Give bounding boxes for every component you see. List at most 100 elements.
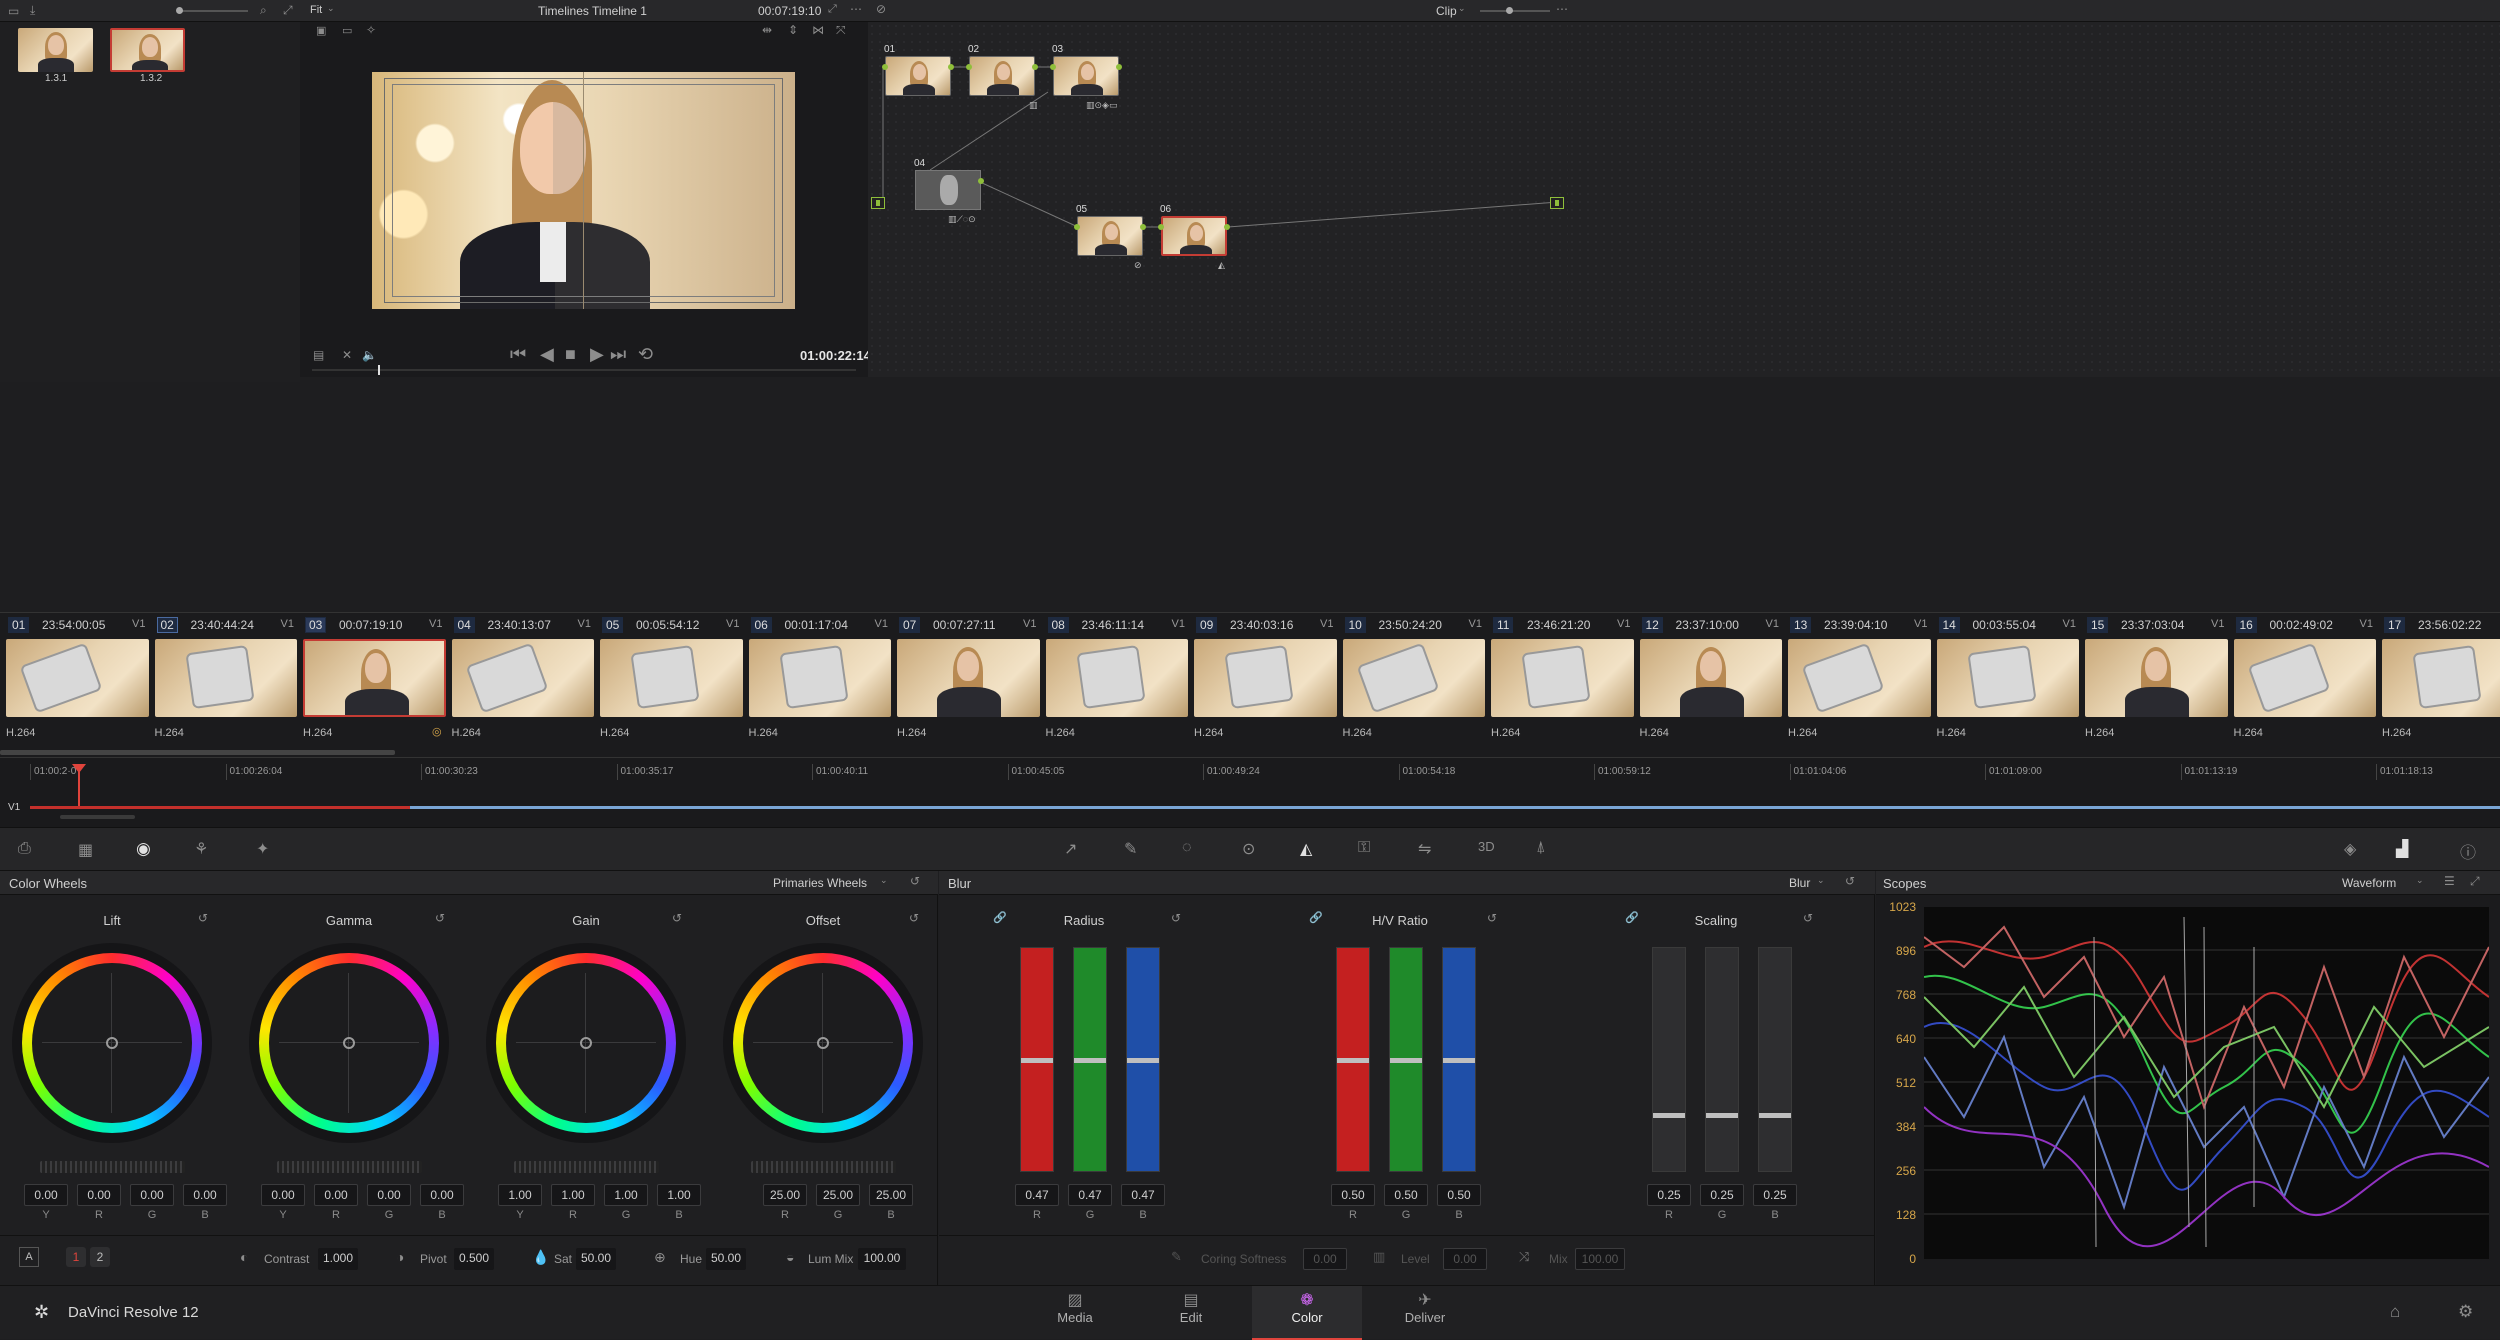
gain-value-field[interactable]: 1.00 [498,1184,542,1206]
reset-icon[interactable]: ↺ [435,911,445,925]
gallery-still[interactable] [18,28,93,72]
level-field[interactable]: 0.00 [1443,1248,1487,1270]
qualifier-icon[interactable]: ✎ [1124,839,1137,859]
expand-icon[interactable]: ⤢ [828,3,837,16]
link-icon[interactable]: 🔗 [993,911,1007,924]
source-input[interactable] [871,197,885,209]
color-match-icon[interactable]: ▦ [78,840,93,860]
node-mode-dropdown[interactable]: Clip [1436,4,1457,18]
reset-icon[interactable]: ↺ [1171,911,1181,925]
mini-timeline[interactable]: 01:00:2·0 01:00:26:04 01:00:30:23 01:00:35:… [0,757,2500,827]
reset-icon[interactable]: ↺ [1845,874,1855,888]
scaling-value-field[interactable]: 0.25 [1753,1184,1797,1206]
lift-value-field[interactable]: 0.00 [183,1184,227,1206]
scope-mode-dropdown[interactable]: Waveform [2342,876,2396,890]
gamma-value-field[interactable]: 0.00 [261,1184,305,1206]
volume-icon[interactable]: 🔈 [362,348,377,362]
scaling-slider[interactable] [1758,947,1792,1172]
wheel-puck[interactable] [106,1037,118,1049]
curves-icon[interactable]: ↗ [1064,839,1077,859]
loop-icon[interactable]: ⟲ [638,344,653,365]
slider-knob[interactable] [1074,1058,1106,1063]
info-icon[interactable]: ⓘ [2460,839,2476,863]
clip-strip-scroll[interactable] [0,750,395,755]
clip-thumbnail[interactable] [2382,639,2500,717]
home-icon[interactable]: ⌂ [2390,1302,2400,1322]
flip-vertical-icon[interactable]: ⇕ [788,23,798,37]
hv-ratio-value-field[interactable]: 0.50 [1331,1184,1375,1206]
viewer-timeline-title[interactable]: Timelines Timeline 1 [538,4,647,18]
offset-value-field[interactable]: 25.00 [869,1184,913,1206]
clip-thumbnail[interactable] [1936,639,2079,717]
clip-thumbnail[interactable] [303,639,446,717]
motion-effects-icon[interactable]: ✦ [256,839,269,859]
pivot-field[interactable]: 0.500 [454,1248,494,1270]
play-icon[interactable]: ▶ [590,344,604,365]
page-1-button[interactable]: 1 [66,1247,86,1267]
wheel-puck[interactable] [343,1037,355,1049]
radius-value-field[interactable]: 0.47 [1015,1184,1059,1206]
hv-ratio-value-field[interactable]: 0.50 [1384,1184,1428,1206]
hue-field[interactable]: 50.00 [706,1248,746,1270]
tab-color[interactable]: ❁ Color [1252,1286,1362,1340]
lift-value-field[interactable]: 0.00 [24,1184,68,1206]
radius-slider[interactable] [1073,947,1107,1172]
offset-wheel[interactable] [723,943,923,1143]
clip-thumbnail[interactable] [1788,639,1931,717]
link-icon[interactable]: 🔗 [1625,911,1639,924]
tracker-icon[interactable]: ⊙ [1242,839,1255,859]
scaling-value-field[interactable]: 0.25 [1700,1184,1744,1206]
disable-icon[interactable]: ⊘ [876,2,886,16]
node-output[interactable] [1550,197,1564,209]
radius-slider[interactable] [1020,947,1054,1172]
color-node-04[interactable] [915,170,981,210]
color-node-05[interactable] [1077,216,1143,256]
node-zoom-slider[interactable] [1480,7,1550,14]
color-node-02[interactable] [969,56,1035,96]
clip-thumbnail[interactable] [1045,639,1188,717]
scope-settings-icon[interactable]: ☰ [2444,874,2455,888]
lightbox-icon[interactable]: ◈ [2344,839,2356,859]
tab-deliver[interactable]: ✈ Deliver [1370,1286,1480,1340]
radius-value-field[interactable]: 0.47 [1068,1184,1112,1206]
clip-thumbnail[interactable] [748,639,891,717]
gain-wheel[interactable] [486,943,686,1143]
clip-thumbnail[interactable] [1194,639,1337,717]
slider-knob[interactable] [1390,1058,1422,1063]
page-2-button[interactable]: 2 [90,1247,110,1267]
viewer-mode-icon[interactable]: ▤ [313,348,324,362]
hv-ratio-slider[interactable] [1442,947,1476,1172]
slider-knob[interactable] [1759,1113,1791,1118]
gear-icon[interactable]: ⚙ [2458,1302,2473,1322]
clip-thumbnail[interactable] [1639,639,1782,717]
contrast-field[interactable]: 1.000 [318,1248,358,1270]
reset-icon[interactable]: ↺ [1803,911,1813,925]
scaling-value-field[interactable]: 0.25 [1647,1184,1691,1206]
blur-mode-dropdown[interactable]: Blur [1789,876,1810,890]
wipe-icon[interactable]: ⋈ [812,23,824,37]
bypass-icon[interactable]: ✕ [342,348,352,362]
search-icon[interactable]: ⌕ [260,3,267,18]
gamma-value-field[interactable]: 0.00 [314,1184,358,1206]
gain-master-wheel[interactable] [514,1161,659,1173]
gallery-zoom-slider[interactable] [176,7,248,14]
slider-knob[interactable] [1653,1113,1685,1118]
skip-back-icon[interactable]: ⏮ [510,344,526,365]
gain-value-field[interactable]: 1.00 [551,1184,595,1206]
color-wheels-icon[interactable]: ◉ [136,839,151,859]
gamma-value-field[interactable]: 0.00 [420,1184,464,1206]
key-icon[interactable]: ⚿ [1358,839,1370,857]
sizing-icon[interactable]: ⇋ [1418,839,1431,859]
play-reverse-icon[interactable]: ◀ [540,344,554,365]
skip-forward-icon[interactable]: ⏭ [610,344,626,365]
reset-icon[interactable]: ↺ [672,911,682,925]
lum-mix-field[interactable]: 100.00 [858,1248,906,1270]
offset-master-wheel[interactable] [751,1161,896,1173]
reset-icon[interactable]: ↺ [198,911,208,925]
flip-horizontal-icon[interactable]: ⇹ [762,23,772,37]
scopes-icon[interactable]: ▟ [2396,839,2408,859]
fit-dropdown[interactable]: Fit [310,4,322,16]
clip-thumbnail[interactable] [897,639,1040,717]
clip-thumbnail[interactable] [154,639,297,717]
a-mode-button[interactable]: A [19,1247,39,1267]
